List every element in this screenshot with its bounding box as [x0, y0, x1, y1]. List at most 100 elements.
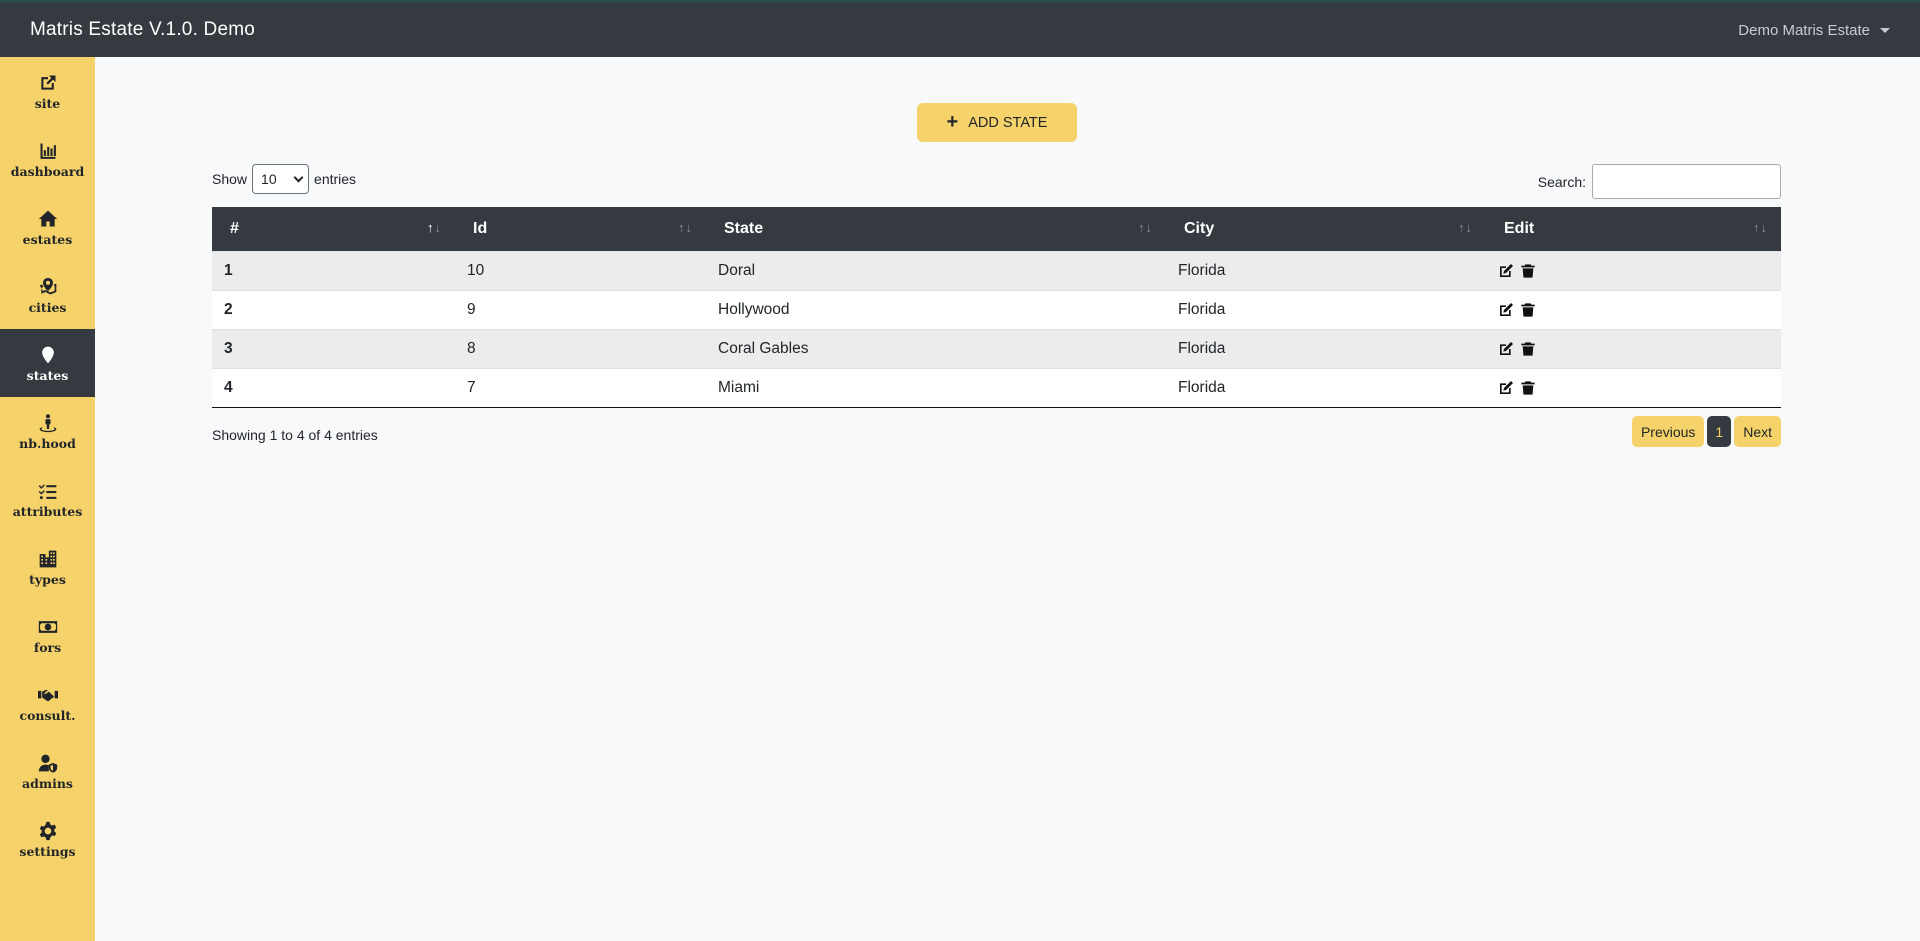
- sort-icon: ↑ ↓: [1753, 219, 1767, 235]
- column-label: Id: [473, 220, 488, 237]
- sidebar-item-cities[interactable]: cities: [0, 261, 95, 329]
- cell-number: 1: [224, 262, 233, 279]
- map-marked-icon: [37, 276, 59, 298]
- show-label: Show: [212, 171, 248, 187]
- cell-id: 10: [467, 262, 485, 279]
- cell-state: Hollywood: [718, 301, 790, 318]
- cell-actions: [1486, 380, 1781, 396]
- trash-icon[interactable]: [1520, 302, 1536, 318]
- sort-icon: ↑ ↓: [1138, 219, 1152, 235]
- map-marker-icon: [37, 344, 59, 366]
- sidebar-item-fors[interactable]: fors: [0, 601, 95, 669]
- sidebar-item-label: nb.hood: [19, 435, 76, 451]
- trash-icon[interactable]: [1520, 341, 1536, 357]
- tasks-list-icon: [37, 480, 59, 502]
- edit-icon[interactable]: [1498, 302, 1514, 318]
- money-bill-icon: [37, 616, 59, 638]
- sidebar-item-states[interactable]: states: [0, 329, 95, 397]
- cell-actions: [1486, 263, 1781, 279]
- previous-page-button[interactable]: Previous: [1631, 416, 1705, 447]
- gear-icon: [37, 820, 59, 842]
- column-label: #: [230, 220, 239, 237]
- column-header-edit[interactable]: Edit ↑ ↓: [1486, 207, 1781, 251]
- column-header-number[interactable]: # ↑ ↓: [212, 207, 455, 251]
- user-menu-dropdown[interactable]: Demo Matris Estate: [1738, 22, 1890, 39]
- sort-icon: ↑ ↓: [1458, 219, 1472, 235]
- cell-city: Florida: [1178, 262, 1226, 279]
- trash-icon[interactable]: [1520, 263, 1536, 279]
- sidebar-item-nbhood[interactable]: nb.hood: [0, 397, 95, 465]
- search-control: Search:: [1538, 164, 1781, 199]
- sidebar-item-label: dashboard: [10, 163, 85, 179]
- cell-state: Coral Gables: [718, 340, 809, 357]
- page-length-select[interactable]: 10: [252, 164, 310, 194]
- cell-actions: [1486, 341, 1781, 357]
- cell-city: Florida: [1178, 301, 1226, 318]
- home-icon: [37, 208, 59, 230]
- external-link-icon: [37, 72, 59, 94]
- cell-actions: [1486, 302, 1781, 318]
- states-table: # ↑ ↓ Id ↑ ↓ State ↑ ↓ City ↑ ↓ Edit ↑ ↓ 1 10: [212, 207, 1781, 408]
- sidebar-item-attributes[interactable]: attributes: [0, 465, 95, 533]
- column-header-state[interactable]: State ↑ ↓: [706, 207, 1166, 251]
- sidebar-item-label: types: [29, 571, 66, 587]
- table-header: # ↑ ↓ Id ↑ ↓ State ↑ ↓ City ↑ ↓ Edit ↑ ↓: [212, 207, 1781, 251]
- cell-state: Doral: [718, 262, 756, 279]
- table-row: 3 8 Coral Gables Florida: [212, 329, 1781, 368]
- sidebar-item-types[interactable]: types: [0, 533, 95, 601]
- sort-icon: ↑ ↓: [678, 219, 692, 235]
- main-content: + ADD STATE Show 10 entries Search: # ↑ ↓…: [95, 57, 1920, 941]
- handshake-icon: [37, 684, 59, 706]
- trash-icon[interactable]: [1520, 380, 1536, 396]
- edit-icon[interactable]: [1498, 263, 1514, 279]
- sidebar-item-label: site: [34, 95, 61, 111]
- column-label: Edit: [1504, 220, 1535, 237]
- column-header-city[interactable]: City ↑ ↓: [1166, 207, 1486, 251]
- sidebar-item-label: admins: [22, 775, 73, 791]
- sidebar-item-label: estates: [22, 231, 73, 247]
- table-row: 2 9 Hollywood Florida: [212, 290, 1781, 329]
- column-header-id[interactable]: Id ↑ ↓: [455, 207, 706, 251]
- sidebar-item-label: consult.: [19, 707, 76, 723]
- sidebar-item-dashboard[interactable]: dashboard: [0, 125, 95, 193]
- cell-id: 7: [467, 379, 476, 396]
- edit-icon[interactable]: [1498, 341, 1514, 357]
- cell-id: 8: [467, 340, 476, 357]
- cell-state: Miami: [718, 379, 760, 396]
- column-label: City: [1184, 220, 1215, 237]
- sidebar-item-settings[interactable]: settings: [0, 805, 95, 873]
- sidebar-item-estates[interactable]: estates: [0, 193, 95, 261]
- sidebar-item-label: cities: [28, 299, 67, 315]
- page-1-button[interactable]: 1: [1707, 416, 1732, 447]
- city-icon: [37, 548, 59, 570]
- sidebar-item-label: settings: [19, 843, 76, 859]
- top-navbar: Matris Estate V.1.0. Demo Demo Matris Es…: [0, 0, 1920, 57]
- sidebar-item-admins[interactable]: admins: [0, 737, 95, 805]
- street-view-icon: [37, 412, 59, 434]
- add-state-label: ADD STATE: [968, 114, 1048, 131]
- chevron-down-icon: [293, 172, 304, 182]
- sort-icon: ↑ ↓: [427, 219, 441, 235]
- add-state-button[interactable]: + ADD STATE: [917, 103, 1077, 142]
- chart-bar-icon: [37, 140, 59, 162]
- app-title[interactable]: Matris Estate V.1.0. Demo: [30, 19, 255, 41]
- entries-label: entries: [314, 171, 357, 187]
- sidebar-item-label: states: [26, 367, 69, 383]
- page-length-control: Show 10 entries: [212, 164, 356, 194]
- next-page-button[interactable]: Next: [1734, 416, 1781, 447]
- cell-number: 4: [224, 379, 233, 396]
- column-label: State: [724, 220, 764, 237]
- sidebar-item-consult[interactable]: consult.: [0, 669, 95, 737]
- sidebar-item-label: fors: [33, 639, 62, 655]
- user-shield-icon: [37, 752, 59, 774]
- table-row: 1 10 Doral Florida: [212, 251, 1781, 290]
- sidebar: site dashboard estates cities states nb.…: [0, 57, 95, 941]
- sidebar-item-site[interactable]: site: [0, 57, 95, 125]
- table-row: 4 7 Miami Florida: [212, 368, 1781, 407]
- sidebar-item-label: attributes: [12, 503, 83, 519]
- search-input[interactable]: [1592, 164, 1781, 199]
- edit-icon[interactable]: [1498, 380, 1514, 396]
- search-label: Search:: [1537, 173, 1586, 190]
- user-menu-label: Demo Matris Estate: [1738, 21, 1870, 39]
- cell-city: Florida: [1178, 340, 1226, 357]
